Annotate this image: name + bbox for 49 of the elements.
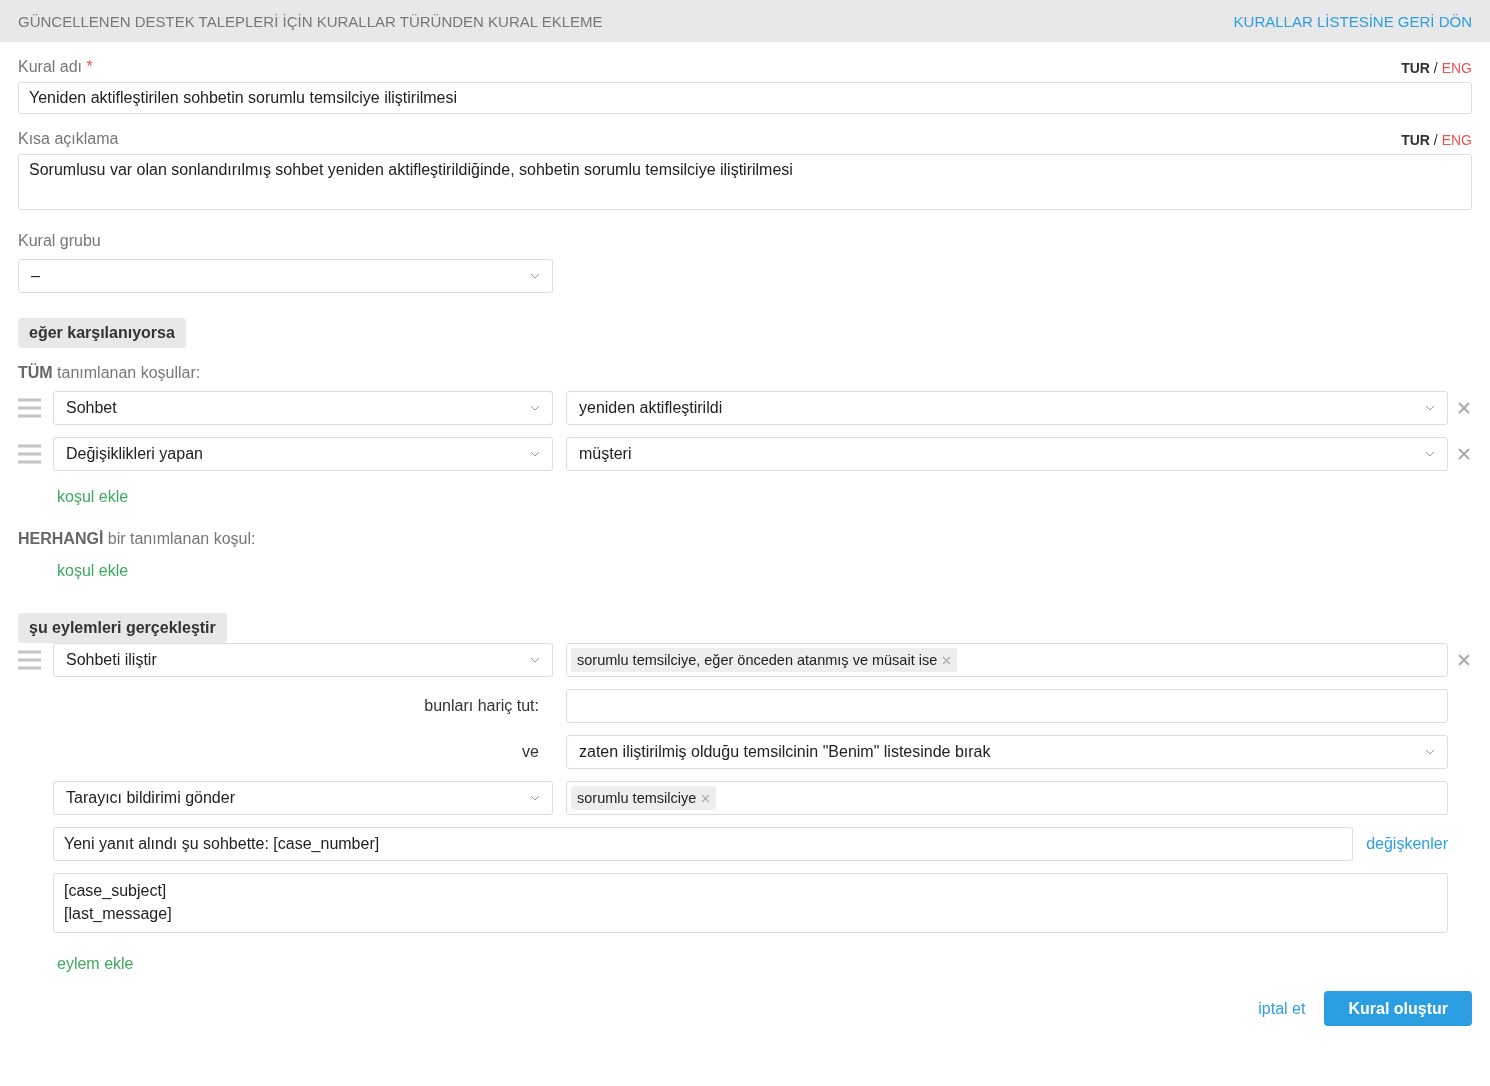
chevron-icon xyxy=(1425,749,1435,755)
action-dropdown[interactable]: Tarayıcı bildirimi gönder xyxy=(53,781,553,815)
chevron-icon xyxy=(530,273,540,279)
and-label: ve xyxy=(522,743,539,761)
tag-label: sorumlu temsilciye, eğer önceden atanmış ve müsait ise xyxy=(577,652,938,668)
action-dropdown[interactable]: Sohbeti iliştir xyxy=(53,643,553,677)
keep-in-list-dropdown[interactable]: zaten iliştirilmiş olduğu temsilcinin "Benim" listesinde bırak xyxy=(566,735,1448,769)
conditions-heading: HERHANGİ bir tanımlanan koşul: xyxy=(18,530,257,548)
remove-tag-icon[interactable] xyxy=(942,655,952,665)
subject-field[interactable]: Yeni yanıt alındı şu sohbette: [case_number] xyxy=(53,827,1354,861)
remove-icon[interactable] xyxy=(1458,654,1470,666)
rule-name-field[interactable]: Yeniden aktifleştirilen sohbetin sorumlu temsilciye iliştirilmesi xyxy=(18,82,1472,114)
tag-input-field[interactable]: sorumlu temsilciye xyxy=(566,781,1448,815)
condition-field-dropdown[interactable]: Sohbet xyxy=(53,391,553,425)
tag-label: sorumlu temsilciye xyxy=(577,790,697,806)
rule-group-dropdown[interactable]: – xyxy=(18,259,553,293)
remove-tag-icon[interactable] xyxy=(701,793,711,803)
condition-value-dropdown[interactable]: yeniden aktifleştirildi xyxy=(566,391,1448,425)
language-separator: / xyxy=(1432,60,1439,76)
exclude-label: bunları hariç tut: xyxy=(424,697,539,715)
remove-icon[interactable] xyxy=(1458,448,1470,460)
field-label: Kural grubu xyxy=(18,232,101,250)
drag-handle-icon[interactable] xyxy=(18,444,41,464)
field-label: Kısa açıklama xyxy=(18,130,119,148)
page-title: GÜNCELLENEN DESTEK TALEPLERİ İÇİN KURALLAR TÜRÜNDEN KURAL EKLEME xyxy=(18,12,603,30)
description-field[interactable]: Sorumlusu var olan sonlandırılmış sohbet yeniden aktifleştirildiğinde, sohbetin sorumlu temsilciye iliştirilmesi xyxy=(18,154,1472,210)
drag-handle-icon[interactable] xyxy=(18,650,41,670)
tag-input-field[interactable]: sorumlu temsilciye, eğer önceden atanmış ve müsait ise xyxy=(566,643,1448,677)
condition-value-dropdown[interactable]: müşteri xyxy=(566,437,1448,471)
language-separator: / xyxy=(1432,132,1439,148)
exclude-field[interactable] xyxy=(566,689,1448,723)
field-label: Kural adı * xyxy=(18,58,93,76)
language-toggle[interactable]: TUR xyxy=(1401,60,1430,76)
remove-icon[interactable] xyxy=(1458,402,1470,414)
condition-field-dropdown[interactable]: Değişiklikleri yapan xyxy=(53,437,553,471)
chevron-icon xyxy=(1425,405,1435,411)
conditions-heading: TÜM tanımlanan koşullar: xyxy=(18,364,202,382)
language-toggle[interactable]: ENG xyxy=(1441,60,1472,76)
message-body-field[interactable]: [case_subject] [last_message] xyxy=(53,873,1448,933)
chevron-icon xyxy=(530,657,540,663)
chevron-icon xyxy=(530,405,540,411)
conditions-section-button[interactable]: eğer karşılanıyorsa xyxy=(18,318,186,348)
chevron-icon xyxy=(530,451,540,457)
language-toggle[interactable]: ENG xyxy=(1441,132,1472,148)
chevron-icon xyxy=(1425,451,1435,457)
actions-section-button[interactable]: şu eylemleri gerçekleştir xyxy=(18,613,227,643)
language-toggle[interactable]: TUR xyxy=(1401,132,1430,148)
chevron-icon xyxy=(530,795,540,801)
drag-handle-icon[interactable] xyxy=(18,398,41,418)
